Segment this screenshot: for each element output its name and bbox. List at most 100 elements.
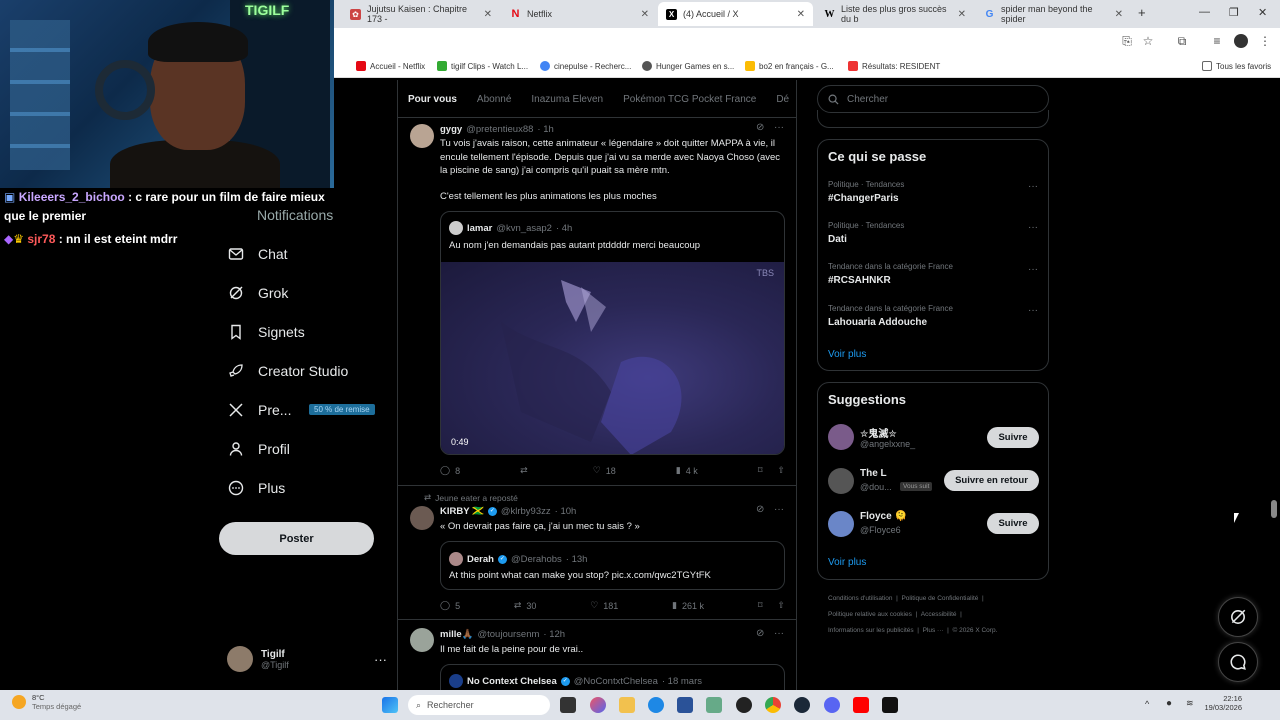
avatar[interactable] bbox=[410, 124, 434, 148]
vscode-icon[interactable] bbox=[706, 697, 722, 713]
task-view-icon[interactable] bbox=[560, 697, 576, 713]
close-icon[interactable]: ✕ bbox=[484, 9, 492, 20]
bookmark-button[interactable]: ⌑ ⇧ bbox=[758, 465, 785, 476]
nav-creator-studio[interactable]: Creator Studio bbox=[228, 363, 348, 379]
post-handle[interactable]: @pretentieux88 bbox=[466, 124, 533, 135]
post-time[interactable]: · 1h bbox=[537, 124, 553, 135]
footer-link-terms[interactable]: Conditions d'utilisation bbox=[828, 595, 892, 602]
follow-button[interactable]: Suivre bbox=[987, 513, 1039, 534]
avatar[interactable] bbox=[410, 506, 434, 530]
repost-button[interactable]: ⇄ bbox=[520, 465, 533, 476]
discord-icon[interactable] bbox=[824, 697, 840, 713]
more-icon[interactable]: ··· bbox=[774, 504, 784, 515]
steam-icon[interactable] bbox=[794, 697, 810, 713]
like-button[interactable]: ♡ 181 bbox=[590, 600, 618, 611]
post-author[interactable]: KIRBY 🇯🇲 bbox=[440, 506, 484, 517]
copilot-icon[interactable] bbox=[590, 697, 606, 713]
extensions-icon[interactable]: ⧉ bbox=[1175, 34, 1189, 48]
tab-more[interactable]: Dé bbox=[766, 80, 796, 118]
nav-chat[interactable]: Chat bbox=[228, 246, 288, 262]
follow-back-button[interactable]: Suivre en retour bbox=[944, 470, 1039, 491]
avatar[interactable] bbox=[410, 628, 434, 652]
post-author[interactable]: mille🙏🏾 bbox=[440, 629, 473, 640]
nav-profil[interactable]: Profil bbox=[228, 441, 290, 457]
repost-button[interactable]: ⇄ 30 bbox=[514, 600, 537, 611]
post[interactable]: gygy @pretentieux88 · 1h ⊘ ··· Tu vois j… bbox=[398, 118, 796, 486]
post-handle[interactable]: @toujoursenm bbox=[477, 629, 539, 640]
tiktok-icon[interactable] bbox=[882, 697, 898, 713]
browser-tab-google[interactable]: G spider man beyond the spider ✕ bbox=[976, 2, 1131, 26]
microphone-icon[interactable]: ● bbox=[1166, 698, 1176, 710]
browser-tab-x[interactable]: X (4) Accueil / X ✕ bbox=[658, 2, 813, 26]
video-player[interactable]: TBS 0:49 bbox=[441, 262, 784, 454]
avatar[interactable] bbox=[828, 511, 854, 537]
avatar[interactable] bbox=[828, 468, 854, 494]
views-button[interactable]: ▮ 4 k bbox=[676, 465, 698, 476]
browser-tab-wikipedia[interactable]: W Liste des plus gros succès du b ✕ bbox=[816, 2, 974, 26]
grok-fab-button[interactable] bbox=[1218, 597, 1258, 637]
footer-link-cookies[interactable]: Politique relative aux cookies bbox=[828, 611, 912, 618]
messages-fab-button[interactable] bbox=[1218, 642, 1258, 682]
bookmark-bo2[interactable]: bo2 en français - G... bbox=[745, 61, 834, 71]
avatar[interactable] bbox=[828, 424, 854, 450]
store-icon[interactable] bbox=[677, 697, 693, 713]
follow-button[interactable]: Suivre bbox=[987, 427, 1039, 448]
views-button[interactable]: ▮ 261 k bbox=[672, 600, 704, 611]
share-icon[interactable]: ⇧ bbox=[777, 600, 785, 611]
grok-icon[interactable]: ⊘ bbox=[756, 504, 764, 515]
trends-see-more-link[interactable]: Voir plus bbox=[828, 349, 866, 360]
tab-abonne[interactable]: Abonné bbox=[467, 80, 521, 118]
quoted-post[interactable]: Derah ✓ @Derahobs · 13h At this point wh… bbox=[440, 541, 785, 590]
minimize-icon[interactable]: — bbox=[1199, 6, 1210, 18]
quoted-post[interactable]: No Context Chelsea ✓ @NoContxtChelsea · … bbox=[440, 664, 785, 690]
footer-link-accessibility[interactable]: Accessibilité bbox=[921, 611, 957, 618]
post-handle[interactable]: @klrby93zz bbox=[501, 506, 551, 517]
new-tab-button[interactable]: + bbox=[1138, 5, 1146, 20]
close-icon[interactable]: ✕ bbox=[958, 9, 966, 20]
post-time[interactable]: · 10h bbox=[555, 506, 577, 517]
weather-widget[interactable]: 8°C Temps dégagé bbox=[12, 693, 81, 711]
account-switcher[interactable]: Tigilf @Tigilf ··· bbox=[227, 644, 387, 674]
bookmark-netflix[interactable]: Accueil - Netflix bbox=[356, 61, 425, 71]
browser-tab-jujutsu[interactable]: ✿ Jujutsu Kaisen : Chapitre 173 - ✕ bbox=[342, 2, 500, 26]
close-icon[interactable]: ✕ bbox=[797, 9, 805, 20]
more-icon[interactable]: ··· bbox=[1028, 305, 1038, 316]
nav-signets[interactable]: Signets bbox=[228, 324, 305, 340]
tab-inazuma-eleven[interactable]: Inazuma Eleven bbox=[521, 80, 613, 118]
nav-notifications[interactable]: Notifications bbox=[257, 207, 333, 223]
search-input[interactable]: Chercher bbox=[817, 85, 1049, 113]
more-icon[interactable]: ··· bbox=[374, 652, 387, 667]
maximize-icon[interactable]: ❐ bbox=[1229, 6, 1239, 19]
bookmark-hunger-games[interactable]: Hunger Games en s... bbox=[642, 61, 734, 71]
all-bookmarks[interactable]: Tous les favoris bbox=[1202, 61, 1271, 71]
page-scrollbar[interactable] bbox=[1271, 500, 1277, 518]
footer-link-more[interactable]: Plus ··· bbox=[923, 627, 944, 634]
install-app-icon[interactable]: ⎘ bbox=[1120, 34, 1134, 48]
bookmark-resident[interactable]: Résultats: RESIDENT bbox=[848, 61, 940, 71]
bookmark-tigilf-clips[interactable]: tigilf Clips - Watch L... bbox=[437, 61, 528, 71]
taskbar-search[interactable]: ⌕ Rechercher bbox=[408, 695, 550, 715]
wifi-icon[interactable]: ≋ bbox=[1186, 698, 1198, 710]
quoted-post[interactable]: lamar @kvn_asap2 · 4h Au nom j'en demand… bbox=[440, 211, 785, 455]
more-icon[interactable]: ··· bbox=[1028, 222, 1038, 233]
youtube-icon[interactable] bbox=[853, 697, 869, 713]
tab-pokemon-tcg[interactable]: Pokémon TCG Pocket France bbox=[613, 80, 766, 118]
share-icon[interactable]: ⇧ bbox=[777, 465, 785, 476]
browser-tab-netflix[interactable]: N Netflix ✕ bbox=[502, 2, 657, 26]
tab-pour-vous[interactable]: Pour vous bbox=[398, 80, 467, 118]
media-control-icon[interactable]: ≡ bbox=[1210, 34, 1224, 48]
close-icon[interactable]: ✕ bbox=[641, 9, 649, 20]
footer-link-ads[interactable]: Informations sur les publicités bbox=[828, 627, 914, 634]
nav-premium[interactable]: Pre... bbox=[228, 402, 291, 418]
more-icon[interactable]: ··· bbox=[774, 628, 784, 639]
obs-icon[interactable] bbox=[736, 697, 752, 713]
grok-icon[interactable]: ⊘ bbox=[756, 628, 764, 639]
system-clock[interactable]: 22:16 19/03/2026 bbox=[1200, 694, 1242, 712]
close-icon[interactable]: ✕ bbox=[1115, 9, 1123, 20]
chevron-up-icon[interactable]: ^ bbox=[1145, 699, 1155, 709]
file-explorer-icon[interactable] bbox=[619, 697, 635, 713]
more-icon[interactable]: ··· bbox=[774, 122, 784, 133]
bookmark-button[interactable]: ⌑ ⇧ bbox=[758, 600, 785, 611]
nav-plus[interactable]: Plus bbox=[228, 480, 285, 496]
nav-grok[interactable]: Grok bbox=[228, 285, 288, 301]
